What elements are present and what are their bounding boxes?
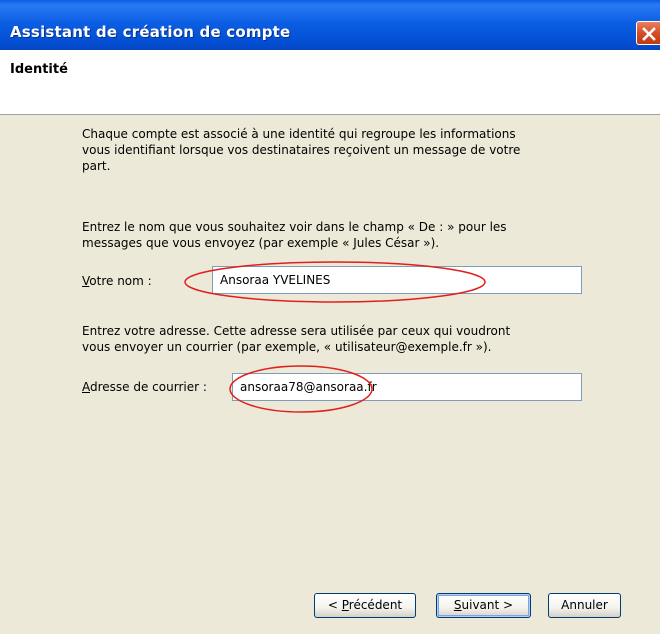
next-button[interactable]: Suivant > <box>436 593 531 618</box>
wizard-content: Chaque compte est associé à une identité… <box>0 115 660 634</box>
page-title: Identité <box>10 62 68 77</box>
name-field[interactable]: Ansoraa YVELINES <box>212 266 582 294</box>
name-instructions: Entrez le nom que vous souhaitez voir da… <box>82 219 507 251</box>
back-prefix: < <box>327 598 342 612</box>
intro-text: Chaque compte est associé à une identité… <box>82 126 520 174</box>
name-label: Votre nom : <box>82 274 152 288</box>
next-label: uivant > <box>461 598 514 612</box>
email-field[interactable]: ansoraa78@ansoraa.fr <box>232 373 582 401</box>
next-accel: S <box>453 598 462 612</box>
email-instructions: Entrez votre adresse. Cette adresse sera… <box>82 323 510 355</box>
email-label: Adresse de courrier : <box>82 380 207 394</box>
name-label-text: otre nom : <box>89 274 152 288</box>
close-button[interactable] <box>636 21 660 45</box>
back-accel: P <box>341 598 349 612</box>
cancel-button[interactable]: Annuler <box>548 593 621 618</box>
instruction-line: Entrez le nom que vous souhaitez voir da… <box>82 220 507 234</box>
back-label: récédent <box>348 598 403 612</box>
intro-line: part. <box>82 159 111 173</box>
back-button[interactable]: < Précédent <box>314 593 416 618</box>
intro-line: Chaque compte est associé à une identité… <box>82 127 516 141</box>
title-bar: Assistant de création de compte <box>0 0 660 50</box>
close-icon <box>642 27 656 41</box>
email-label-text: dresse de courrier : <box>90 380 207 394</box>
intro-line: vous identifiant lorsque vos destinatair… <box>82 143 521 157</box>
instruction-line: messages que vous envoyez (par exemple «… <box>82 236 440 250</box>
instruction-line: vous envoyer un courrier (par exemple, «… <box>82 340 492 354</box>
window-title: Assistant de création de compte <box>10 23 291 41</box>
wizard-header: Identité <box>0 50 660 115</box>
instruction-line: Entrez votre adresse. Cette adresse sera… <box>82 324 511 338</box>
email-label-accel: A <box>82 380 90 394</box>
